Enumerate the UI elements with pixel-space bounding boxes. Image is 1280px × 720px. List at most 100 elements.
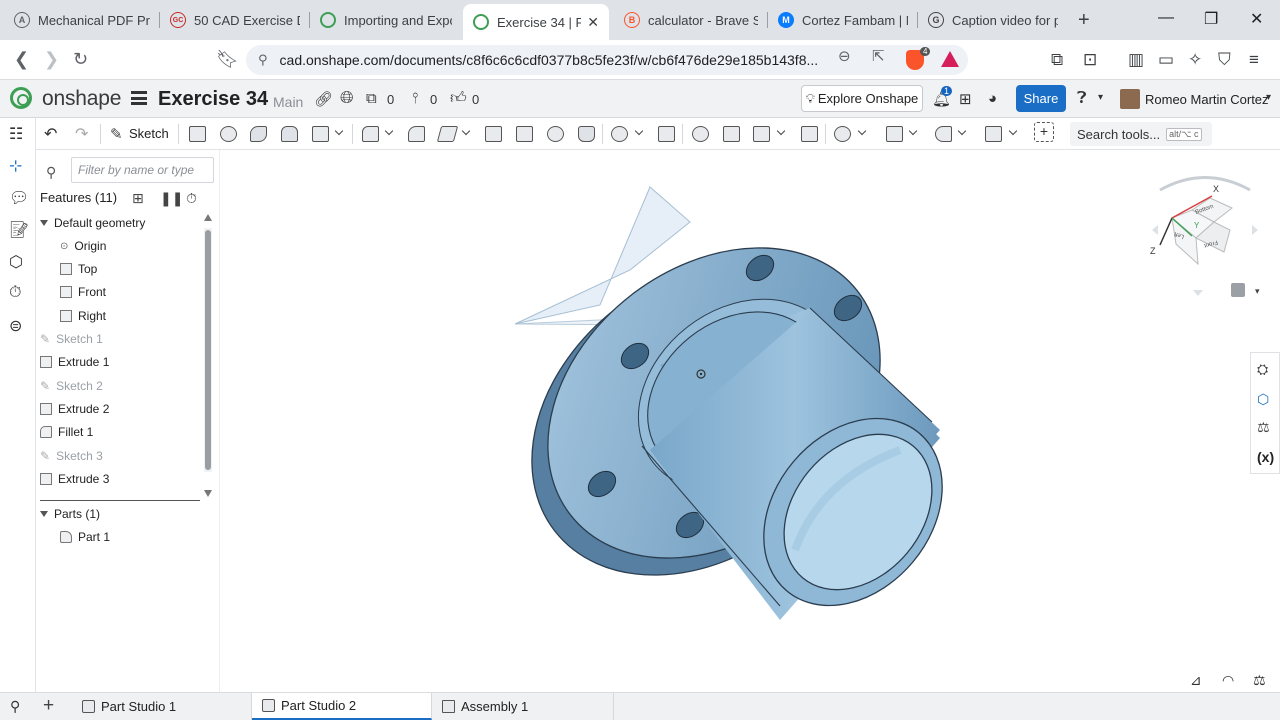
url-field[interactable]: ⚲ cad.onshape.com/documents/c8f6c6c6cdf0… [246,45,968,75]
browser-tab-5[interactable]: B calculator - Brave S [614,5,768,35]
delete-part-icon[interactable] [801,126,818,142]
tab-part-studio-1[interactable]: Part Studio 1 [72,693,252,720]
rotate-right-arrow-icon[interactable] [1252,225,1258,235]
scroll-down-arrow-icon[interactable] [204,490,212,497]
surface-icon[interactable] [985,126,1002,142]
bookmark-icon[interactable]: 🔖︎ [216,49,239,70]
section-view-icon[interactable]: ⊿ [1190,672,1202,689]
add-folder-icon[interactable]: ⊞ [132,190,144,207]
wallet-icon[interactable]: ▭ [1158,50,1174,70]
scroll-up-arrow-icon[interactable] [204,214,212,221]
draft-dropdown-icon[interactable] [461,126,471,136]
leo-ai-icon[interactable]: ✧ [1188,50,1202,70]
search-tools-input[interactable]: Search tools... alt/⌥ c [1070,122,1212,146]
reading-list-icon[interactable]: ⊡ [1083,50,1097,70]
parts-header-row[interactable]: Parts (1) [40,503,208,525]
onshape-logo-icon[interactable] [10,87,32,109]
plane-row-right[interactable]: Right [60,305,228,327]
insert-new-element-button[interactable]: + [43,695,54,717]
loft-icon[interactable] [281,126,298,142]
view-cube[interactable]: X Y Z Bottom Left Front [1150,170,1260,300]
brave-rewards-icon[interactable] [941,51,959,67]
collapse-caret-icon[interactable] [40,220,48,226]
vpn-icon[interactable]: ⛉ [1218,50,1231,70]
scrollbar-thumb[interactable] [205,230,211,470]
feature-row-sketch-3[interactable]: ✎ Sketch 3 [40,445,208,467]
default-geometry-row[interactable]: Default geometry [40,212,208,234]
plane-row-top[interactable]: Top [60,258,228,280]
display-mode-icon[interactable]: ◠ [1222,672,1234,689]
share-page-icon[interactable]: ⇱ [872,47,885,65]
feature-row-extrude-1[interactable]: Extrude 1 [40,351,208,373]
user-name[interactable]: Romeo Martin Cortez [1145,92,1269,107]
learning-center-icon[interactable]: ◕ [988,90,997,107]
sweep-icon[interactable] [250,126,267,142]
feature-row-fillet-1[interactable]: Fillet 1 [40,421,208,443]
close-window-button[interactable]: ✕ [1250,9,1263,29]
thicken-icon[interactable] [312,126,329,142]
feature-filter-input[interactable] [71,157,214,183]
linear-pattern-icon[interactable] [611,126,628,142]
public-globe-icon[interactable]: 🌐︎ [340,88,354,108]
user-avatar[interactable] [1120,89,1140,109]
plane-row-front[interactable]: Front [60,281,228,303]
rotate-left-arrow-icon[interactable] [1152,225,1158,235]
thread-icon[interactable] [578,126,595,142]
undo-icon[interactable]: ↶ [44,124,57,144]
feature-parts-divider[interactable] [40,500,200,501]
tab-search-icon[interactable]: ⚲ [10,698,20,715]
search-model-icon[interactable]: ⊜ [9,316,22,336]
shell-icon[interactable] [516,126,533,142]
rib-icon[interactable] [485,126,502,142]
feature-row-extrude-3[interactable]: Extrude 3 [40,468,208,490]
appearance-icon[interactable]: ⛭ [1257,361,1274,377]
tab-part-studio-2[interactable]: Part Studio 2 [252,693,432,720]
browser-tab-1[interactable]: A Mechanical PDF Pra [4,5,160,35]
document-title[interactable]: Exercise 34 [158,88,268,111]
draft-icon[interactable] [436,126,459,142]
filter-icon[interactable]: ⚲ [46,164,56,181]
site-info-icon[interactable]: ⚲ [258,52,268,68]
mirror-icon[interactable] [658,126,675,142]
close-tab-icon[interactable]: ✕ [587,14,599,31]
transform-icon[interactable] [753,126,770,142]
plane-dropdown-icon[interactable] [908,126,918,136]
view-options-dropdown-icon[interactable]: ▾ [1255,286,1260,297]
fillet-dropdown-icon[interactable] [384,126,394,136]
sidebar-icon[interactable]: ▥ [1128,50,1144,70]
measure-icon[interactable]: ⚖ [1253,672,1266,689]
sketch-button[interactable]: Sketch [129,126,169,141]
versions-icon[interactable]: ⧉ [366,90,377,107]
browser-tab-2[interactable]: GC 50 CAD Exercise Dr [160,5,310,35]
fillet-icon[interactable] [362,126,379,142]
transform-dropdown-icon[interactable] [776,126,786,136]
helix-icon[interactable] [935,126,952,142]
browser-tab-3[interactable]: Importing and Expo [310,5,462,35]
collapse-caret-icon[interactable] [40,511,48,517]
pause-rollback-icon[interactable]: ❚❚ [160,190,183,207]
like-thumb-icon[interactable]: 👍︎ [450,89,467,108]
rotate-down-arrow-icon[interactable] [1193,290,1203,296]
add-custom-feature-icon[interactable]: + [1034,122,1054,142]
add-insert-icon[interactable]: ⊹ [9,156,22,176]
zoom-icon[interactable]: ⊖ [838,47,851,65]
explore-onshape-button[interactable]: 💡︎ Explore Onshape [801,85,923,112]
sketch-pencil-icon[interactable]: ✎ [110,125,123,143]
more-dropdown-icon[interactable] [334,126,344,136]
bom-icon[interactable]: ⬡ [1257,391,1274,407]
link-icon[interactable]: 🔗︎ [314,90,333,108]
orbit-arc[interactable] [1159,176,1251,192]
feature-row-sketch-2[interactable]: ✎ Sketch 2 [40,375,208,397]
part-row-part-1[interactable]: Part 1 [60,526,228,548]
split-icon[interactable] [723,126,740,142]
surface-dropdown-icon[interactable] [1008,126,1018,136]
curve-dropdown-icon[interactable] [957,126,967,136]
chamfer-icon[interactable] [408,126,425,142]
mass-properties-icon[interactable]: ⚖ [1257,419,1274,435]
back-button[interactable]: ❮ [14,49,29,70]
rebuild-timer-icon[interactable]: ⏱︎ [186,190,197,207]
extrude-icon[interactable] [189,126,206,142]
feature-list-icon[interactable]: ☷ [9,124,23,144]
modify-fillet-icon[interactable] [834,126,851,142]
modify-dropdown-icon[interactable] [857,126,867,136]
